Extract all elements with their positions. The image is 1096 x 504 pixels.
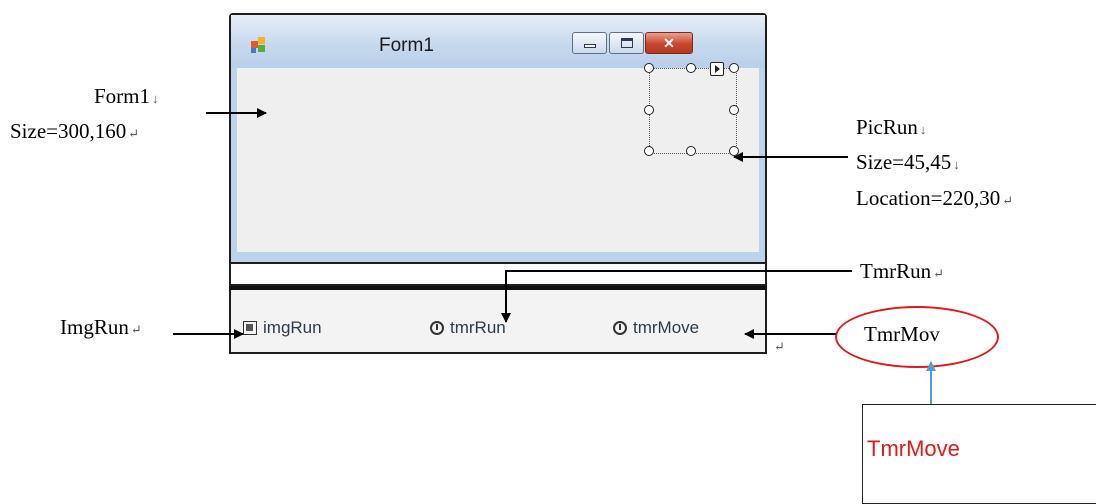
resize-handle-bottom-right[interactable] bbox=[729, 146, 739, 156]
resize-handle-top[interactable] bbox=[686, 63, 696, 73]
callout-text: TmrMove bbox=[867, 436, 960, 461]
smart-tag-icon[interactable] bbox=[710, 62, 724, 76]
stopwatch-icon bbox=[613, 321, 627, 335]
resize-handle-top-left[interactable] bbox=[644, 63, 654, 73]
close-button[interactable]: ✕ bbox=[645, 32, 693, 54]
imgrun-component[interactable]: imgRun bbox=[243, 318, 322, 338]
resize-handle-bottom-left[interactable] bbox=[644, 146, 654, 156]
image-list-icon bbox=[243, 321, 257, 335]
maximize-button[interactable] bbox=[609, 32, 644, 54]
tmrmove-component[interactable]: tmrMove bbox=[613, 318, 699, 338]
stopwatch-icon bbox=[430, 321, 444, 335]
window-title: Form1 bbox=[379, 35, 434, 56]
tmrrun-label: TmrRun ↵ bbox=[860, 259, 945, 283]
imgrun-label: ImgRun ↵ bbox=[60, 315, 142, 339]
minimize-button[interactable] bbox=[572, 32, 607, 54]
form-app-icon bbox=[251, 37, 267, 53]
form1-size-label: Size=300,160 ↵ bbox=[10, 119, 140, 143]
component-tray: imgRun tmrRun tmrMove bbox=[229, 290, 767, 354]
resize-handle-left[interactable] bbox=[644, 105, 654, 115]
picrun-size-label: Size=45,45 ↓ bbox=[856, 150, 960, 174]
picrun-picturebox[interactable] bbox=[644, 62, 739, 156]
tmrmov-highlight-ellipse bbox=[835, 306, 999, 368]
close-icon: ✕ bbox=[663, 35, 675, 51]
resize-handle-bottom[interactable] bbox=[686, 146, 696, 156]
picrun-name-label: PicRun ↓ bbox=[856, 115, 927, 139]
form-designer-window[interactable]: Form1 ✕ bbox=[229, 13, 767, 264]
resize-handle-top-right[interactable] bbox=[729, 63, 739, 73]
tmrrun-component[interactable]: tmrRun bbox=[430, 318, 506, 338]
form1-name-label: Form1 ↓ bbox=[94, 84, 159, 108]
resize-handle-right[interactable] bbox=[729, 105, 739, 115]
title-bar[interactable]: Form1 ✕ bbox=[231, 15, 765, 68]
picrun-location-label: Location=220,30 ↵ bbox=[856, 186, 1014, 210]
designer-gap bbox=[229, 264, 767, 286]
return-mark: ↵ bbox=[774, 339, 785, 354]
